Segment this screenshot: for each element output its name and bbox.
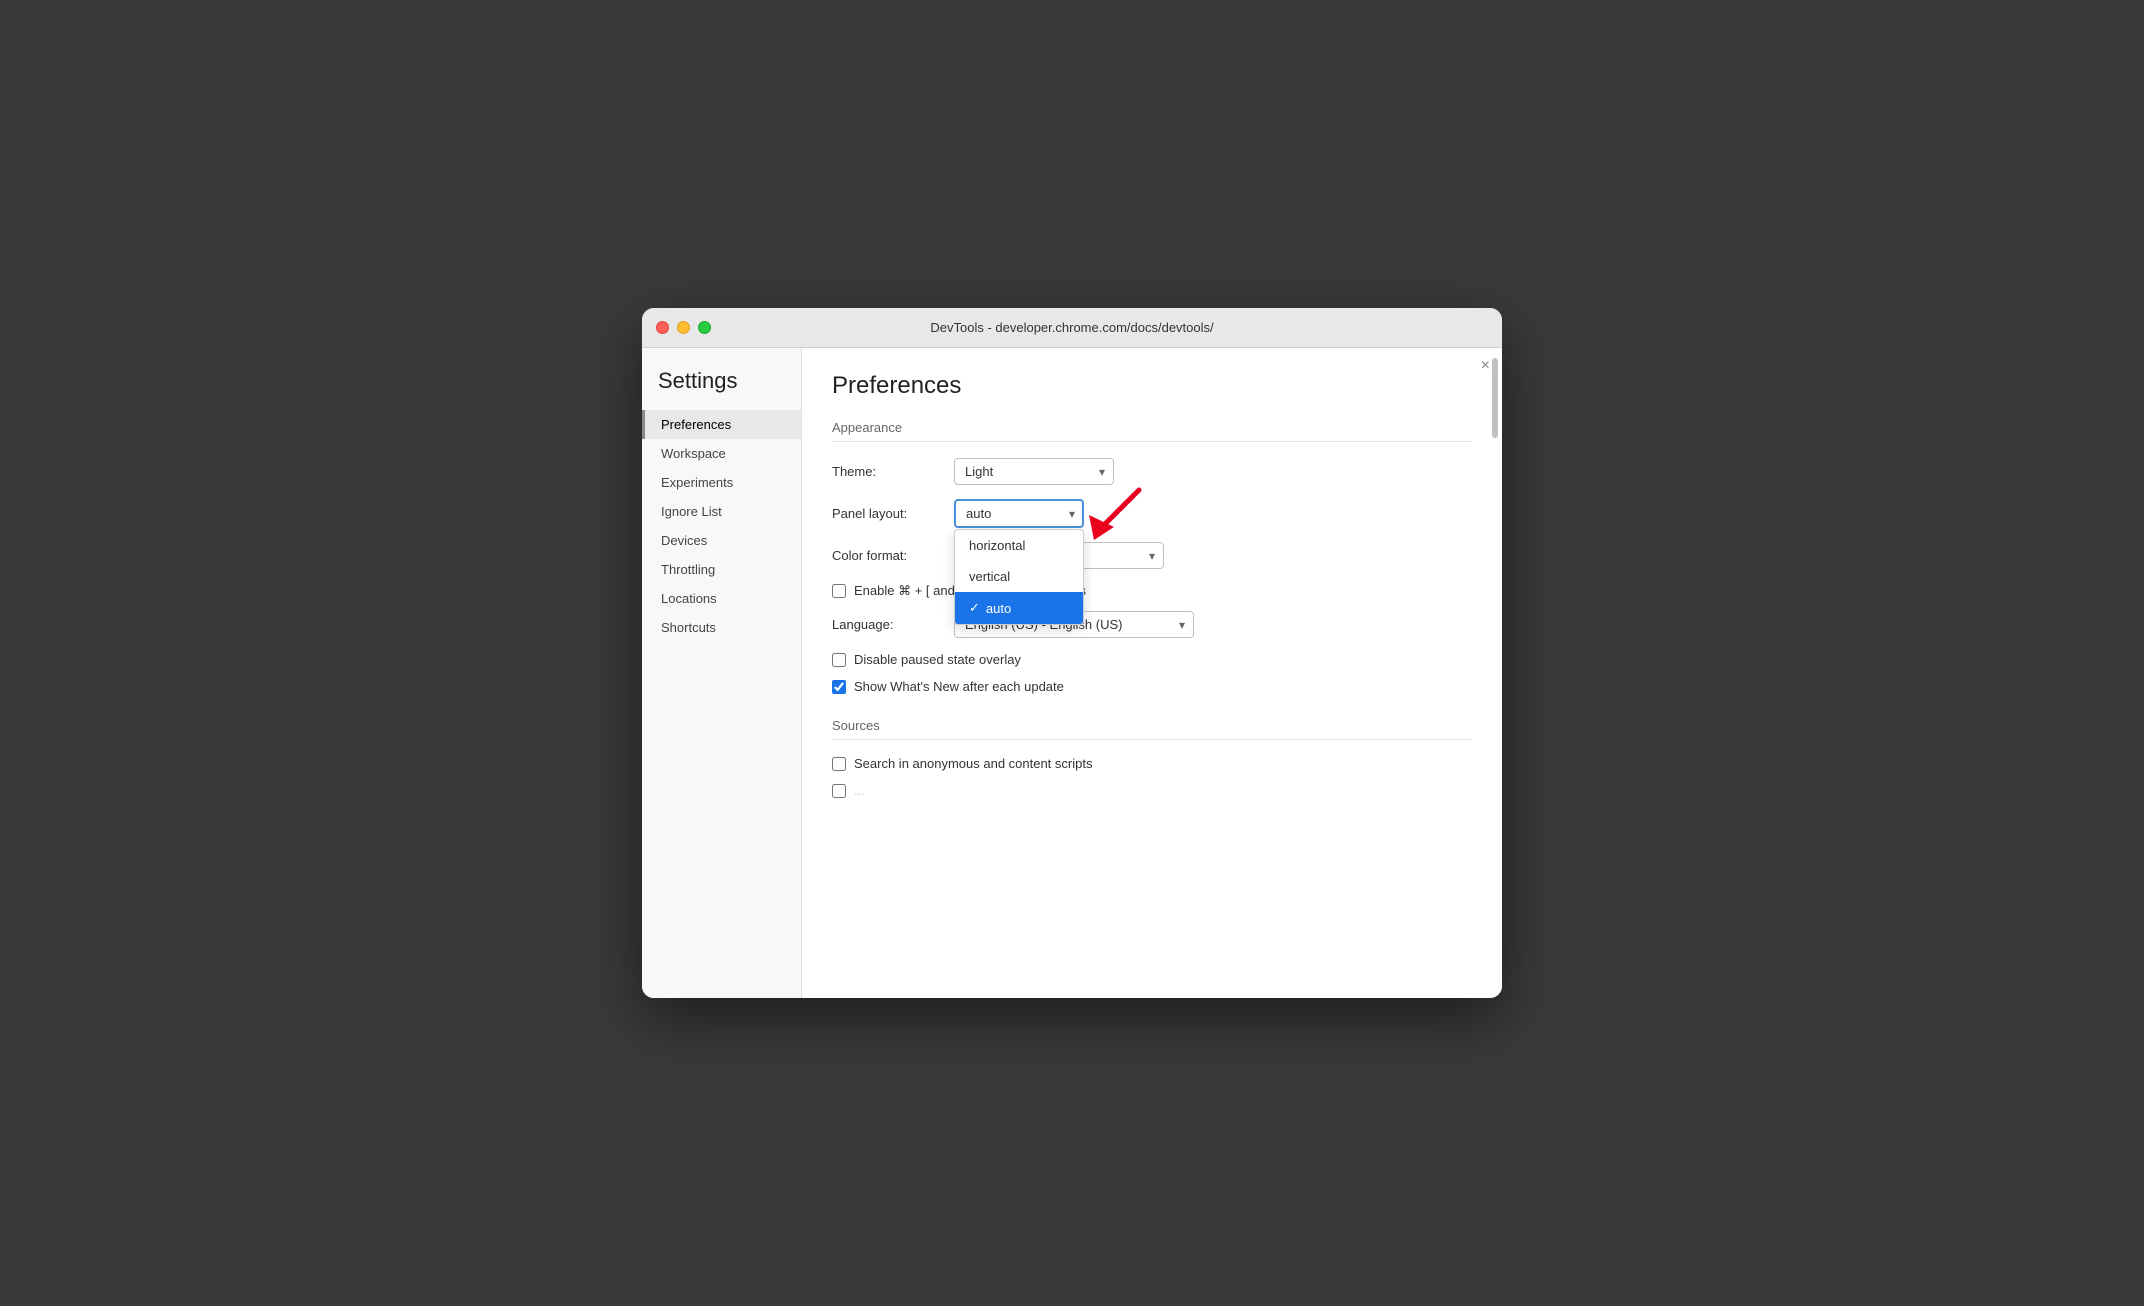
- sidebar-heading: Settings: [642, 368, 801, 410]
- panel-layout-select-wrapper: auto horizontal vertical: [954, 499, 1084, 528]
- scrollbar[interactable]: [1492, 358, 1498, 438]
- window-title: DevTools - developer.chrome.com/docs/dev…: [930, 320, 1213, 335]
- window-content: Settings Preferences Workspace Experimen…: [642, 348, 1502, 998]
- show-whats-new-row: Show What's New after each update: [832, 679, 1472, 694]
- settings-close-button[interactable]: ×: [1481, 358, 1490, 374]
- devtools-window: DevTools - developer.chrome.com/docs/dev…: [642, 308, 1502, 998]
- language-label: Language:: [832, 617, 942, 632]
- placeholder-row: ...: [832, 783, 1472, 798]
- appearance-section: Appearance Theme: Light Dark System pref…: [832, 420, 1472, 694]
- placeholder-checkbox[interactable]: [832, 784, 846, 798]
- dropdown-item-vertical[interactable]: vertical: [955, 561, 1083, 592]
- search-anonymous-row: Search in anonymous and content scripts: [832, 756, 1472, 771]
- show-whats-new-label: Show What's New after each update: [854, 679, 1064, 694]
- enable-shortcut-row: Enable ⌘ + [ and ⌘ + ] to switch panels: [832, 583, 1472, 599]
- language-row: Language: English (US) - English (US): [832, 611, 1472, 638]
- color-format-label: Color format:: [832, 548, 942, 563]
- sidebar-item-locations[interactable]: Locations: [642, 584, 801, 613]
- search-anonymous-checkbox[interactable]: [832, 757, 846, 771]
- titlebar: DevTools - developer.chrome.com/docs/dev…: [642, 308, 1502, 348]
- sources-section-title: Sources: [832, 718, 1472, 740]
- sidebar-item-ignore-list[interactable]: Ignore List: [642, 497, 801, 526]
- panel-layout-container: auto horizontal vertical horizontal v: [954, 499, 1084, 528]
- dropdown-item-auto[interactable]: auto: [955, 592, 1083, 624]
- panel-layout-select[interactable]: auto horizontal vertical: [954, 499, 1084, 528]
- page-title: Preferences: [832, 372, 1472, 400]
- sidebar: Settings Preferences Workspace Experimen…: [642, 348, 802, 998]
- theme-row: Theme: Light Dark System preference: [832, 458, 1472, 485]
- sidebar-item-devices[interactable]: Devices: [642, 526, 801, 555]
- main-content: × Preferences Appearance Theme: Light Da…: [802, 348, 1502, 998]
- traffic-lights: [656, 321, 711, 334]
- disable-paused-label: Disable paused state overlay: [854, 652, 1021, 667]
- sidebar-item-preferences[interactable]: Preferences: [642, 410, 801, 439]
- search-anonymous-label: Search in anonymous and content scripts: [854, 756, 1092, 771]
- sidebar-item-experiments[interactable]: Experiments: [642, 468, 801, 497]
- maximize-button[interactable]: [698, 321, 711, 334]
- minimize-button[interactable]: [677, 321, 690, 334]
- sidebar-item-shortcuts[interactable]: Shortcuts: [642, 613, 801, 642]
- dropdown-item-horizontal[interactable]: horizontal: [955, 530, 1083, 561]
- theme-select-wrapper: Light Dark System preference: [954, 458, 1114, 485]
- sidebar-item-workspace[interactable]: Workspace: [642, 439, 801, 468]
- red-arrow-annotation: [1084, 485, 1144, 550]
- sidebar-item-throttling[interactable]: Throttling: [642, 555, 801, 584]
- close-button[interactable]: [656, 321, 669, 334]
- panel-layout-row: Panel layout: auto horizontal vertical: [832, 499, 1472, 528]
- theme-label: Theme:: [832, 464, 942, 479]
- placeholder-label: ...: [854, 783, 865, 798]
- show-whats-new-checkbox[interactable]: [832, 680, 846, 694]
- disable-paused-checkbox[interactable]: [832, 653, 846, 667]
- panel-layout-dropdown: horizontal vertical auto: [954, 529, 1084, 625]
- theme-select[interactable]: Light Dark System preference: [954, 458, 1114, 485]
- color-format-row: Color format: As authored HEX RGB HSL: [832, 542, 1472, 569]
- appearance-section-title: Appearance: [832, 420, 1472, 442]
- sources-section: Sources Search in anonymous and content …: [832, 718, 1472, 798]
- panel-layout-label: Panel layout:: [832, 506, 942, 521]
- disable-paused-overlay-row: Disable paused state overlay: [832, 652, 1472, 667]
- enable-shortcut-checkbox[interactable]: [832, 584, 846, 598]
